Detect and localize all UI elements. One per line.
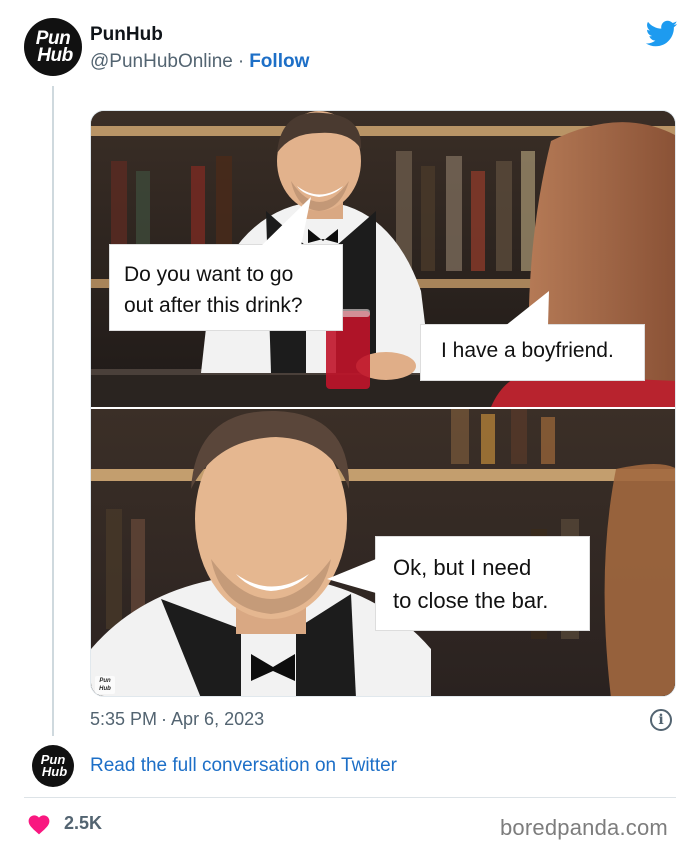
bubble-line: I have a boyfriend. [441,339,614,362]
bubble-line: Do you want to go [124,263,294,286]
embedded-tweet-card: Pun Hub PunHub @PunHubOnline · Follow Do… [0,0,700,851]
follow-button[interactable]: Follow [249,51,309,72]
handle-row: @PunHubOnline · Follow [90,51,309,73]
watermark-line: Pun [99,678,111,684]
read-conversation-link[interactable]: Read the full conversation on Twitter [90,755,397,777]
speech-bubble-boyfriend: I have a boyfriend. [420,324,645,381]
meme-panel-bottom: Ok, but I need to close the bar. Pun Hub [91,409,675,696]
thread-line [52,86,54,736]
info-icon[interactable]: i [650,709,672,731]
timestamp-time: 5:35 PM [90,709,158,729]
conversation-avatar[interactable]: Pun Hub [32,745,74,787]
tweet-timestamp[interactable]: 5:35 PM · Apr 6, 2023 [90,709,264,730]
boredpanda-brand: boredpanda.com [500,815,668,840]
meme-panel-top: Do you want to go out after this drink? … [91,111,675,407]
display-name[interactable]: PunHub [90,24,163,46]
avatar-text-line2: Hub [41,764,68,779]
bubble-tail [505,291,549,326]
separator-dot: · [237,51,245,72]
speech-bubble-question: Do you want to go out after this drink? [109,244,343,331]
speech-bubble-close-bar: Ok, but I need to close the bar. [375,536,590,631]
separator-dot: · [161,709,168,729]
timestamp-date: Apr 6, 2023 [171,709,265,729]
profile-avatar[interactable]: Pun Hub [24,18,82,76]
bubble-line: Ok, but I need [393,555,532,580]
user-handle[interactable]: @PunHubOnline [90,51,233,72]
twitter-bird-icon[interactable] [646,20,678,48]
tweet-media-image[interactable]: Do you want to go out after this drink? … [90,110,676,697]
heart-icon[interactable] [27,813,51,835]
bubble-tail [327,559,376,593]
divider [24,797,676,798]
like-count: 2.5K [64,813,103,833]
avatar-text-line2: Hub [37,45,73,66]
bubble-line: to close the bar. [393,588,549,613]
bubble-tail [261,197,311,246]
punhub-watermark: Pun Hub [95,676,115,694]
watermark-line: Hub [99,686,111,692]
bubble-line: out after this drink? [124,294,303,317]
